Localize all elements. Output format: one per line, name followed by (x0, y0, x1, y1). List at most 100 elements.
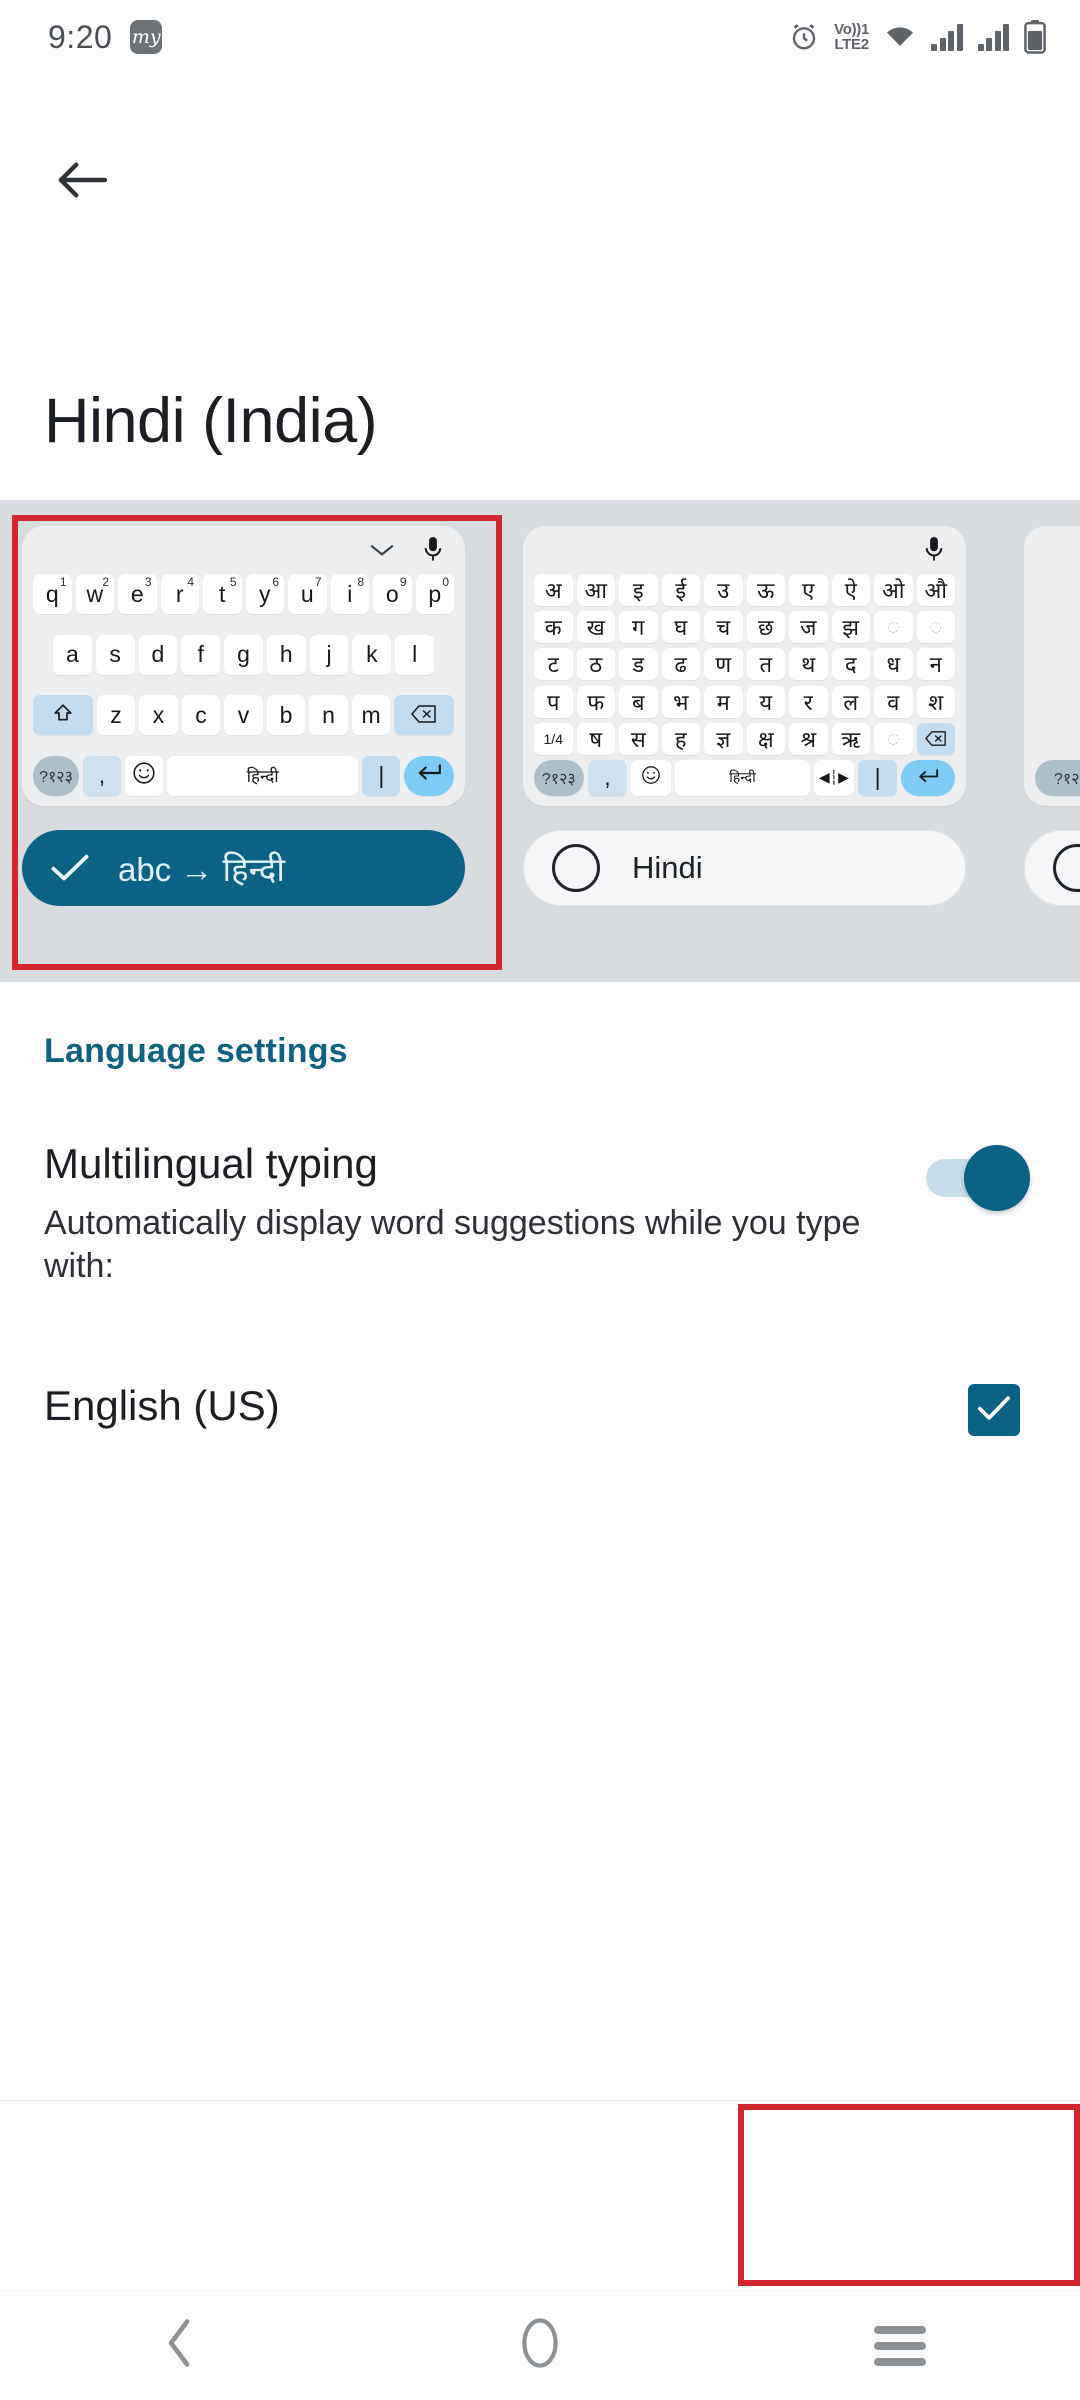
layout-card-handwriting[interactable]: ?१२३ Handwriting (1002, 500, 1080, 926)
page-key[interactable]: 1/4 (534, 722, 573, 755)
key-va-dev[interactable]: व (874, 685, 913, 718)
key-matra-1[interactable]: ◌ (874, 611, 913, 644)
key-f[interactable]: f (181, 634, 221, 675)
shift-key[interactable] (33, 695, 93, 736)
key-da-dev[interactable]: ड (619, 648, 658, 681)
key-u[interactable]: 7u (288, 574, 327, 614)
key-o-dev[interactable]: ओ (874, 574, 913, 606)
radio-icon[interactable] (1053, 844, 1080, 892)
key-chha-dev[interactable]: छ (746, 611, 785, 644)
key-matra-2[interactable]: ◌ (916, 611, 955, 644)
key-y[interactable]: 6y (245, 574, 284, 614)
layout-card-hindi[interactable]: अ आ इ ई उ ऊ ए ऐ ओ औ क ख ग घ च छ ज झ ◌ ◌ … (501, 500, 988, 926)
key-ka-dev[interactable]: क (534, 611, 573, 644)
key-n[interactable]: n (309, 695, 348, 736)
key-tha-dev[interactable]: ठ (576, 648, 615, 681)
key-pha-dev[interactable]: फ (576, 685, 615, 718)
key-jha-dev[interactable]: झ (831, 611, 870, 644)
key-p[interactable]: 0p (415, 574, 454, 614)
key-ra-dev[interactable]: र (789, 685, 828, 718)
key-sha-dev[interactable]: श (916, 685, 955, 718)
key-sa-dev[interactable]: स (619, 722, 658, 755)
emoji-key[interactable] (631, 759, 672, 796)
key-b[interactable]: b (266, 695, 306, 736)
key-ii-dev[interactable]: ई (661, 574, 700, 606)
key-o[interactable]: 9o (373, 574, 412, 614)
key-ga-dev[interactable]: ग (619, 611, 658, 644)
key-ri-dev[interactable]: ऋ (831, 722, 870, 755)
key-a[interactable]: a (52, 634, 92, 675)
key-v[interactable]: v (224, 695, 263, 736)
key-matra-3[interactable]: ◌ (874, 722, 913, 755)
key-w[interactable]: 2w (75, 574, 114, 614)
danda-key[interactable]: | (362, 755, 401, 796)
key-tha2-dev[interactable]: थ (789, 648, 828, 681)
microphone-icon[interactable] (924, 536, 944, 568)
key-ha-dev[interactable]: ह (661, 722, 700, 755)
layout-carousel[interactable]: 1q 2w 3e 4r 5t 6y 7u 8i 9o 0p a s d f g … (0, 500, 1080, 982)
key-h[interactable]: h (266, 634, 306, 675)
key-da2-dev[interactable]: द (831, 648, 870, 681)
key-ba-dev[interactable]: ब (619, 685, 658, 718)
key-r[interactable]: 4r (160, 574, 199, 614)
language-checkbox[interactable] (968, 1384, 1020, 1436)
comma-key[interactable]: , (83, 755, 121, 796)
key-cha-dev[interactable]: च (704, 611, 743, 644)
key-ksha-dev[interactable]: क्ष (746, 722, 785, 755)
key-a-dev[interactable]: अ (534, 574, 573, 606)
key-ma-dev[interactable]: म (704, 685, 743, 718)
key-j[interactable]: j (309, 634, 349, 675)
key-ja-dev[interactable]: ज (789, 611, 828, 644)
layout-option-hindi[interactable]: Hindi (523, 830, 966, 906)
key-uu-dev[interactable]: ऊ (746, 574, 785, 606)
enter-key[interactable] (404, 755, 454, 796)
key-k[interactable]: k (352, 634, 392, 675)
key-u-dev[interactable]: उ (704, 574, 743, 606)
key-m[interactable]: m (351, 695, 391, 736)
layout-card-abc-to-hindi[interactable]: 1q 2w 3e 4r 5t 6y 7u 8i 9o 0p a s d f g … (0, 500, 487, 926)
key-aa-dev[interactable]: आ (576, 574, 615, 606)
backspace-key[interactable] (916, 722, 955, 755)
nav-back-button[interactable] (100, 2291, 260, 2400)
danda-key[interactable]: | (857, 759, 898, 796)
key-jna-dev[interactable]: ज्ञ (704, 722, 743, 755)
symbols-key[interactable]: ?१२३ (534, 759, 584, 796)
layout-option-abc-to-hindi[interactable]: abc → हिन्दी (22, 830, 465, 906)
key-ai-dev[interactable]: ऐ (831, 574, 870, 606)
symbols-key[interactable]: ?१२३ (1035, 760, 1080, 796)
key-t[interactable]: 5t (203, 574, 242, 614)
space-key[interactable]: हिन्दी (167, 755, 359, 796)
key-e-dev[interactable]: ए (789, 574, 828, 606)
key-i[interactable]: 8i (330, 574, 369, 614)
key-g[interactable]: g (224, 634, 263, 675)
key-ta2-dev[interactable]: त (746, 648, 785, 681)
nav-recents-button[interactable] (820, 2291, 980, 2400)
comma-key[interactable]: , (587, 759, 628, 796)
key-ya-dev[interactable]: य (746, 685, 785, 718)
key-au-dev[interactable]: औ (916, 574, 955, 606)
key-shra-dev[interactable]: श्र (789, 722, 828, 755)
symbols-key[interactable]: ?१२३ (33, 755, 79, 796)
multilingual-typing-toggle[interactable] (926, 1145, 1038, 1211)
key-i-dev[interactable]: इ (619, 574, 658, 606)
key-ta-dev[interactable]: ट (534, 648, 573, 681)
layout-option-handwriting[interactable]: Handwriting (1024, 830, 1080, 906)
key-s[interactable]: s (95, 634, 135, 675)
microphone-icon[interactable] (423, 536, 443, 568)
key-l[interactable]: l (395, 634, 435, 675)
key-gha-dev[interactable]: घ (661, 611, 700, 644)
multilingual-typing-row[interactable]: Multilingual typing Automatically displa… (44, 1140, 1034, 1287)
key-d[interactable]: d (138, 634, 178, 675)
key-dha-dev[interactable]: ढ (661, 648, 700, 681)
key-na2-dev[interactable]: न (916, 648, 955, 681)
key-c[interactable]: c (181, 695, 221, 736)
language-row-english-us[interactable]: English (US) (44, 1382, 1034, 1446)
emoji-key[interactable] (125, 755, 163, 796)
backspace-key[interactable] (394, 695, 455, 736)
key-e[interactable]: 3e (118, 574, 157, 614)
key-na-dev[interactable]: ण (704, 648, 743, 681)
radio-icon[interactable] (552, 844, 600, 892)
key-pa-dev[interactable]: प (534, 685, 573, 718)
key-dha2-dev[interactable]: ध (874, 648, 913, 681)
cursor-move-key[interactable]: ◀┆▶ (814, 759, 854, 796)
